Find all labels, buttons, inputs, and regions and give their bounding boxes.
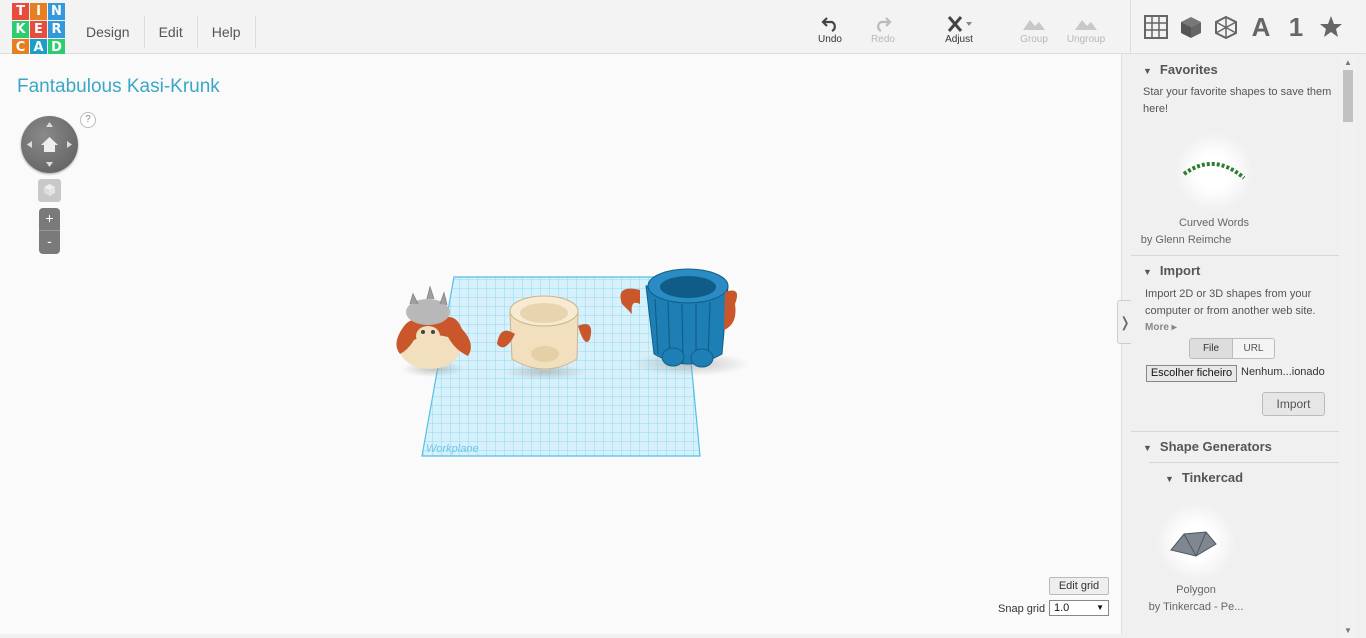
- tinkercad-subsection-title: Tinkercad: [1181, 470, 1244, 485]
- choose-file-button[interactable]: Escolher ficheiro: [1146, 365, 1237, 382]
- number-shapes-icon[interactable]: 1: [1279, 10, 1313, 44]
- import-source-toggle: File URL: [1189, 338, 1275, 359]
- group-icon: [1009, 14, 1059, 34]
- shapes-sidebar: ▼ Favorites Star your favorite shapes to …: [1131, 54, 1339, 638]
- cube-icon[interactable]: [1174, 10, 1208, 44]
- redo-button[interactable]: Redo: [858, 14, 908, 45]
- sidebar-scrollbar[interactable]: ▲ ▼: [1340, 54, 1356, 638]
- logo-letter: N: [48, 3, 65, 20]
- curved-words-author: by Glenn Reimche: [1140, 234, 1232, 246]
- divider: [1131, 431, 1339, 432]
- logo-letter: R: [48, 21, 65, 38]
- snap-grid-select[interactable]: 1.0 ▼: [1049, 600, 1109, 616]
- scrollbar-thumb[interactable]: [1343, 70, 1353, 122]
- menu-design[interactable]: Design: [72, 16, 145, 48]
- scroll-down-icon[interactable]: ▼: [1344, 626, 1352, 635]
- shape-cube-icon[interactable]: [1209, 10, 1243, 44]
- scroll-up-icon[interactable]: ▲: [1344, 58, 1352, 67]
- ungroup-button[interactable]: Ungroup: [1061, 14, 1111, 45]
- chevron-down-icon: ▼: [1096, 603, 1104, 612]
- chevron-right-icon: ❭: [1119, 314, 1131, 330]
- logo-letter: T: [12, 3, 29, 20]
- main-menu: Design Edit Help: [72, 16, 256, 48]
- adjust-icon: [934, 14, 984, 34]
- adjust-button[interactable]: Adjust: [934, 14, 984, 45]
- curved-words-thumbnail[interactable]: [1174, 132, 1254, 212]
- undo-icon: [805, 14, 855, 34]
- favorites-title: Favorites: [1159, 62, 1218, 77]
- edit-grid-button[interactable]: Edit grid: [1049, 577, 1109, 595]
- group-label: Group: [1020, 34, 1048, 45]
- group-button[interactable]: Group: [1009, 14, 1059, 45]
- model-cream-mug[interactable]: [497, 295, 592, 380]
- tinkercad-subsection-header[interactable]: ▼ Tinkercad: [1165, 470, 1243, 485]
- tab-file[interactable]: File: [1190, 339, 1232, 358]
- undo-button[interactable]: Undo: [805, 14, 855, 45]
- view-tabs: A 1: [1130, 0, 1348, 54]
- workplane-canvas[interactable]: Workplane: [0, 54, 1122, 634]
- divider: [1131, 255, 1339, 256]
- polygon-name: Polygon: [1176, 584, 1216, 596]
- ungroup-icon: [1061, 14, 1111, 34]
- tinkercad-logo[interactable]: T I N K E R C A D: [12, 3, 68, 59]
- polygon-thumbnail[interactable]: [1156, 502, 1236, 582]
- collapse-triangle-icon: ▼: [1143, 267, 1152, 277]
- import-header[interactable]: ▼ Import: [1143, 263, 1200, 278]
- import-text: Import 2D or 3D shapes from your compute…: [1145, 288, 1316, 317]
- workplane-label: Workplane: [426, 443, 479, 455]
- grid-icon[interactable]: [1139, 10, 1173, 44]
- more-label: More: [1145, 322, 1169, 333]
- snap-grid-label: Snap grid: [998, 603, 1046, 615]
- collapse-triangle-icon: ▼: [1143, 443, 1152, 453]
- shape-generators-title: Shape Generators: [1159, 439, 1272, 454]
- shape-generators-header[interactable]: ▼ Shape Generators: [1143, 439, 1272, 454]
- workspace[interactable]: Fantabulous Kasi-Krunk ? + - Workplane E…: [0, 54, 1122, 634]
- logo-letter: I: [30, 3, 47, 20]
- divider: [1149, 462, 1339, 463]
- logo-letter: E: [30, 21, 47, 38]
- adjust-label: Adjust: [945, 34, 973, 45]
- redo-label: Redo: [871, 34, 895, 45]
- text-shapes-icon[interactable]: A: [1244, 10, 1278, 44]
- redo-icon: [858, 14, 908, 34]
- favorites-header[interactable]: ▼ Favorites: [1143, 62, 1218, 77]
- chosen-file-name: Nenhum...ionado: [1241, 366, 1325, 378]
- top-bar: T I N K E R C A D Design Edit Help Undo …: [0, 0, 1366, 56]
- curved-words-name: Curved Words: [1178, 217, 1250, 229]
- star-icon[interactable]: [1314, 10, 1348, 44]
- logo-letter: K: [12, 21, 29, 38]
- ungroup-label: Ungroup: [1066, 34, 1106, 45]
- snap-grid-value: 1.0: [1054, 602, 1070, 614]
- collapse-triangle-icon: ▼: [1143, 66, 1152, 76]
- favorites-text: Star your favorite shapes to save them h…: [1143, 86, 1332, 115]
- import-more-link[interactable]: More ▸: [1145, 319, 1177, 336]
- menu-help[interactable]: Help: [198, 16, 256, 48]
- tab-url[interactable]: URL: [1232, 339, 1274, 358]
- import-button[interactable]: Import: [1262, 392, 1325, 416]
- collapse-triangle-icon: ▼: [1165, 474, 1174, 484]
- undo-label: Undo: [818, 34, 842, 45]
- menu-edit[interactable]: Edit: [145, 16, 198, 48]
- polygon-author: by Tinkercad - Pe...: [1148, 601, 1244, 613]
- import-title: Import: [1159, 263, 1201, 278]
